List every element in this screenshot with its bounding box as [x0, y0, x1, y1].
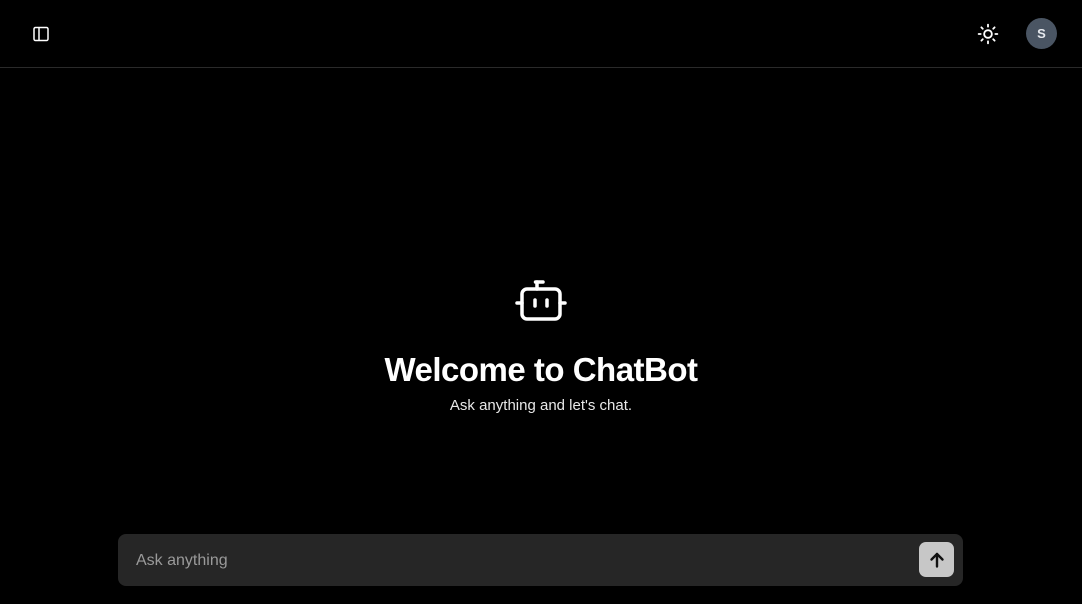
avatar-initial: S [1037, 26, 1046, 41]
welcome-hero: Welcome to ChatBot Ask anything and let'… [0, 276, 1082, 416]
welcome-subtitle: Ask anything and let's chat. [449, 397, 633, 414]
welcome-title: Welcome to ChatBot [384, 351, 698, 388]
arrow-up-icon [929, 552, 944, 568]
message-composer [118, 534, 963, 586]
user-avatar[interactable]: S [1026, 18, 1057, 49]
top-bar: S [0, 0, 1082, 68]
sun-icon [977, 23, 999, 45]
sidebar-panel-icon [33, 26, 49, 42]
chat-app: S Welcome to ChatBot Ask anything and le… [0, 0, 1082, 604]
sidebar-toggle-button[interactable] [26, 19, 56, 49]
bot-icon [515, 280, 567, 321]
theme-toggle-button[interactable] [972, 18, 1004, 50]
send-button[interactable] [919, 542, 954, 577]
message-input[interactable] [134, 544, 918, 578]
